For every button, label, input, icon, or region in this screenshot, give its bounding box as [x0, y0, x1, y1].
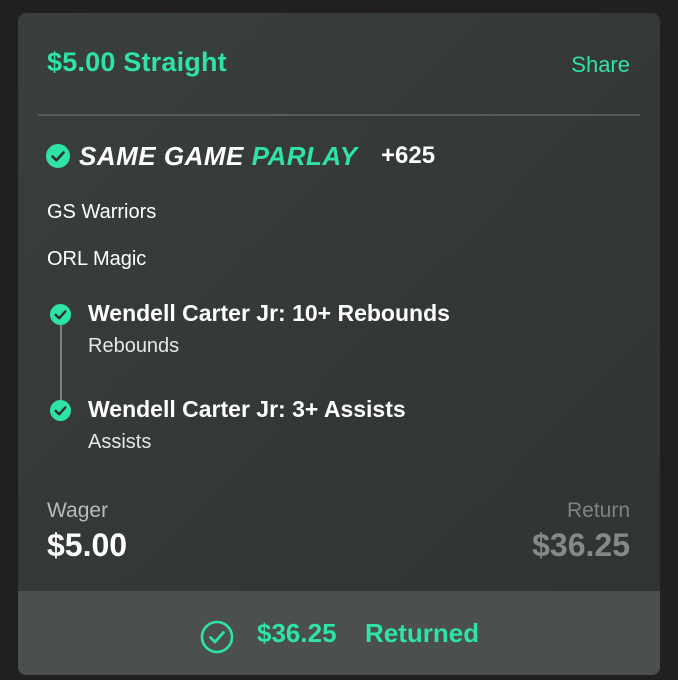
return-label: Return — [566, 499, 630, 522]
return-value: $36.25 — [532, 527, 630, 563]
returned-amount: $36.25 — [257, 618, 337, 648]
check-circle-icon — [50, 400, 71, 421]
wager-value: $5.00 — [47, 527, 128, 563]
check-circle-icon — [50, 304, 71, 325]
bet-result-footer: $36.25 Returned — [18, 591, 660, 675]
divider — [38, 114, 640, 116]
returned-status: Returned — [365, 618, 480, 648]
leg-market: Assists — [88, 431, 152, 453]
leg-connector — [60, 323, 62, 409]
check-circle-outline-icon — [200, 620, 234, 654]
team-away: GS Warriors — [47, 201, 157, 223]
leg-title: Wendell Carter Jr: 3+ Assists — [88, 396, 406, 422]
bet-header: $5.00 Straight Share — [18, 13, 660, 115]
parlay-header: SAME GAME PARLAY +625 — [46, 141, 646, 173]
parlay-odds: +625 — [381, 142, 436, 169]
parlay-label-accent: PARLAY — [251, 141, 358, 171]
share-button[interactable]: Share — [571, 52, 630, 78]
parlay-label-main: SAME GAME — [79, 141, 244, 171]
team-home: ORL Magic — [47, 248, 147, 270]
bet-card: $5.00 Straight Share SAME GAME PARLAY +6… — [18, 13, 660, 675]
parlay-type-label: SAME GAME PARLAY — [79, 141, 358, 172]
leg-title: Wendell Carter Jr: 10+ Rebounds — [88, 300, 450, 326]
result-status: $36.25 Returned — [200, 618, 500, 654]
leg-market: Rebounds — [88, 335, 180, 357]
check-circle-icon — [46, 144, 70, 168]
bet-title: $5.00 Straight — [47, 47, 227, 77]
wager-label: Wager — [47, 499, 109, 522]
